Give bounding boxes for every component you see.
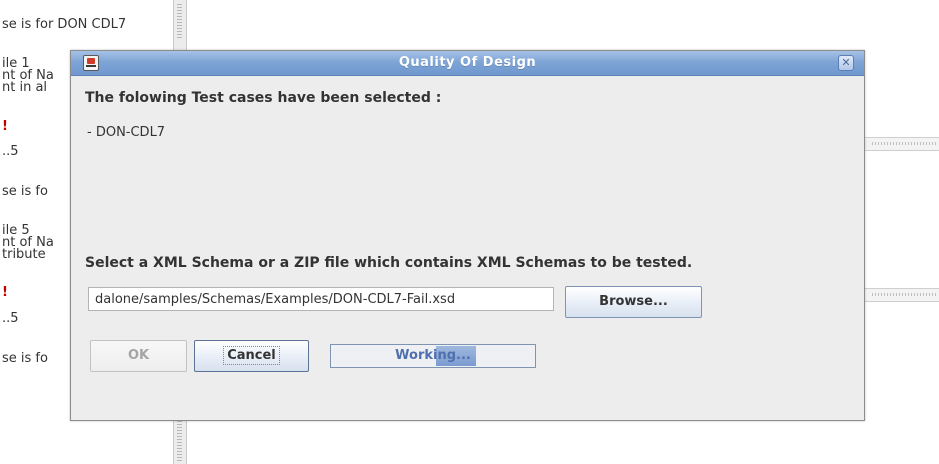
- dialog-title-bar[interactable]: Quality Of Design ✕: [71, 51, 864, 76]
- selected-cases-heading: The folowing Test cases have been select…: [85, 90, 442, 106]
- dialog-title: Quality Of Design: [398, 55, 537, 70]
- splitter-grip: [177, 418, 182, 462]
- bg-warning-mark: !: [2, 285, 8, 300]
- desktop: se is for DON CDL7 ile 1 nt of Na nt in …: [0, 0, 939, 464]
- splitter-grip: [872, 142, 938, 145]
- progress-bar: Working...: [330, 344, 536, 368]
- cancel-button[interactable]: Cancel: [194, 340, 309, 372]
- selected-case-item: - DON-CDL7: [87, 125, 166, 140]
- bg-text-line: nt in al: [2, 80, 48, 95]
- quality-of-design-dialog: Quality Of Design ✕ The folowing Test ca…: [70, 50, 865, 421]
- progress-text: Working...: [395, 348, 471, 363]
- splitter-grip: [177, 4, 182, 40]
- bg-text-line: ..5: [2, 311, 19, 326]
- ok-button[interactable]: OK: [90, 340, 187, 372]
- bg-text-line: se is for DON CDL7: [2, 17, 127, 32]
- bg-horizontal-splitter[interactable]: [862, 137, 939, 151]
- bg-text-line: ..5: [2, 144, 19, 159]
- cancel-button-label: Cancel: [223, 346, 280, 365]
- browse-button[interactable]: Browse...: [565, 286, 702, 318]
- schema-path-field[interactable]: dalone/samples/Schemas/Examples/DON-CDL7…: [88, 287, 554, 311]
- bg-text-line: se is fo: [2, 184, 48, 199]
- splitter-grip: [872, 293, 938, 296]
- bg-warning-mark: !: [2, 119, 8, 134]
- close-icon[interactable]: ✕: [838, 55, 854, 71]
- bg-text-line: tribute: [2, 247, 46, 262]
- bg-horizontal-splitter[interactable]: [862, 288, 939, 302]
- bg-text-line: se is fo: [2, 351, 48, 366]
- schema-prompt-label: Select a XML Schema or a ZIP file which …: [85, 255, 693, 271]
